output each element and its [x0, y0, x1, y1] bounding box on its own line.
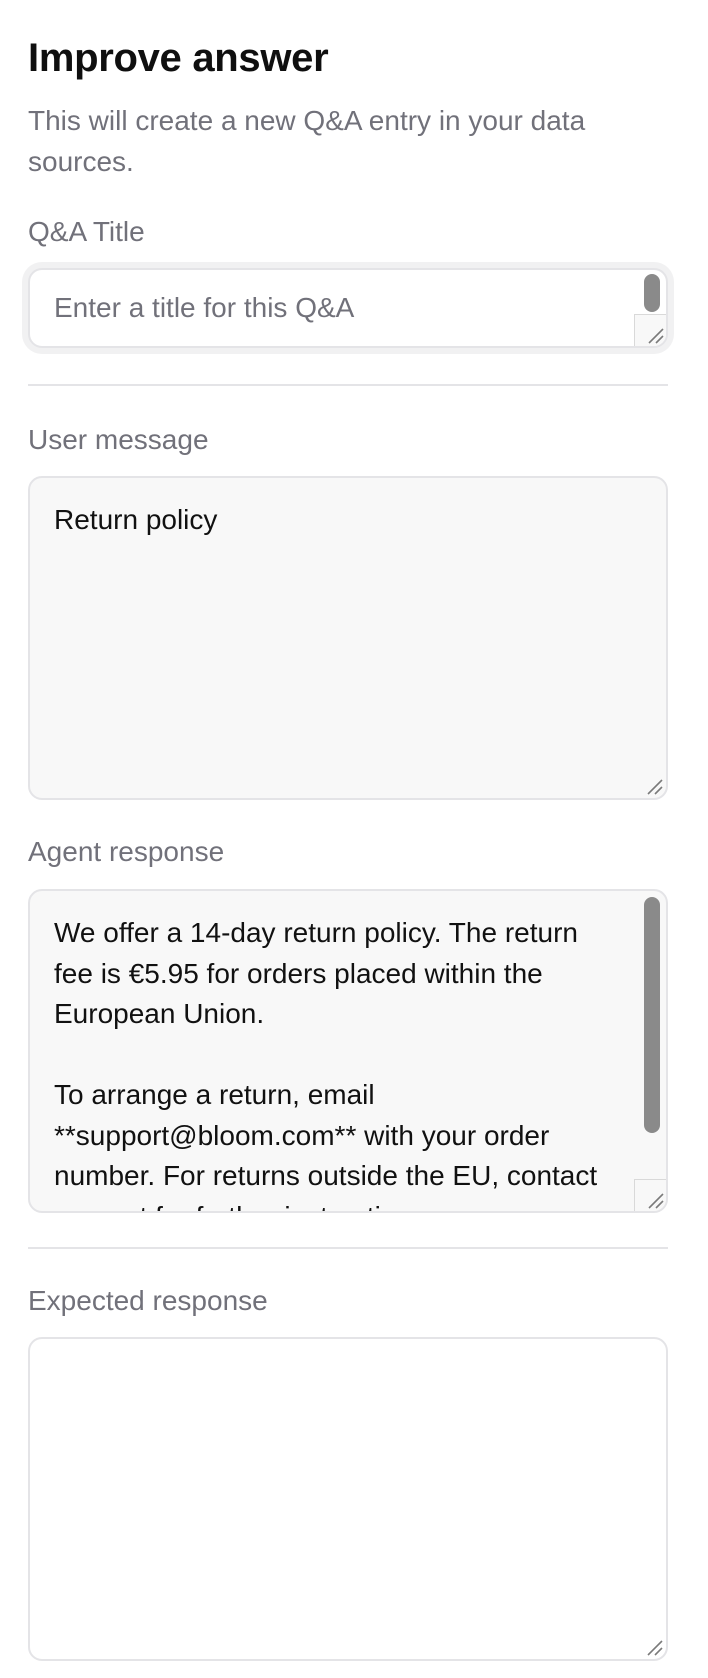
user-message-text: Return policy — [54, 504, 218, 535]
page-title: Improve answer — [28, 36, 329, 80]
section-divider — [28, 1247, 668, 1249]
page-subtitle: This will create a new Q&A entry in your… — [28, 105, 586, 177]
agent-response-label: Agent response — [28, 836, 225, 867]
resize-grip-icon — [647, 1640, 663, 1656]
resize-grip-icon — [647, 779, 663, 795]
agent-response-scrollbar[interactable] — [644, 897, 660, 1133]
agent-response-resize-handle[interactable] — [634, 1179, 666, 1211]
agent-response-field[interactable]: We offer a 14-day return policy. The ret… — [28, 889, 668, 1213]
qa-title-field[interactable]: Enter a title for this Q&A — [28, 268, 668, 348]
expected-response-label: Expected response — [28, 1285, 268, 1316]
user-message-field[interactable]: Return policy — [28, 476, 668, 800]
section-divider — [28, 384, 668, 386]
resize-grip-icon — [648, 1193, 664, 1209]
qa-title-scrollbar[interactable] — [644, 274, 660, 312]
agent-response-text: We offer a 14-day return policy. The ret… — [54, 917, 598, 1211]
resize-grip-icon — [648, 328, 664, 344]
qa-title-placeholder: Enter a title for this Q&A — [54, 292, 355, 323]
expected-response-field[interactable] — [28, 1337, 668, 1661]
user-message-label: User message — [28, 424, 209, 455]
qa-title-label: Q&A Title — [28, 216, 145, 247]
user-message-resize-handle[interactable] — [634, 766, 666, 798]
expected-response-resize-handle[interactable] — [634, 1627, 666, 1659]
qa-title-resize-handle[interactable] — [634, 314, 666, 346]
improve-answer-panel: Improve answer This will create a new Q&… — [0, 0, 708, 1678]
